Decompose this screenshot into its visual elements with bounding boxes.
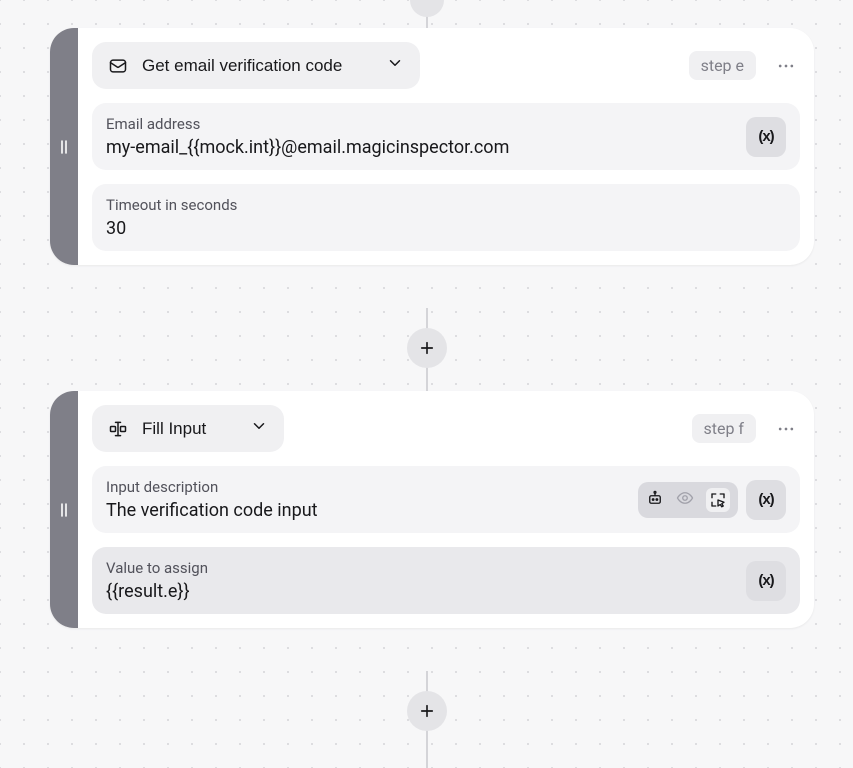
step-type-label: Get email verification code — [142, 56, 342, 76]
field-label: Value to assign — [106, 559, 786, 577]
insert-variable-button[interactable]: (x) — [746, 117, 786, 157]
field-actions: (x) — [746, 561, 786, 601]
step-drag-handle[interactable] — [50, 28, 78, 265]
field-email-address[interactable]: Email address my-email_{{mock.int}}@emai… — [92, 103, 800, 170]
field-value[interactable]: 30 — [106, 218, 786, 239]
field-actions: (x) — [638, 480, 786, 520]
step-header: Get email verification code step e — [92, 42, 800, 89]
element-selector-icon[interactable] — [706, 488, 730, 512]
step-more-menu[interactable] — [772, 52, 800, 80]
flow-canvas[interactable]: Get email verification code step e Email… — [0, 0, 853, 768]
step-type-label: Fill Input — [142, 419, 206, 439]
add-step-button[interactable] — [407, 328, 447, 368]
step-type-selector[interactable]: Fill Input — [92, 405, 284, 452]
insert-variable-button[interactable]: (x) — [746, 561, 786, 601]
field-label: Timeout in seconds — [106, 196, 786, 214]
field-value[interactable]: {{result.e}} — [106, 581, 786, 602]
selector-mode-group — [638, 482, 738, 518]
step-type-selector[interactable]: Get email verification code — [92, 42, 420, 89]
eye-icon[interactable] — [676, 489, 694, 511]
field-timeout[interactable]: Timeout in seconds 30 — [92, 184, 800, 251]
step-body: Fill Input step f Input description The … — [78, 391, 814, 628]
step-drag-handle[interactable] — [50, 391, 78, 628]
chevron-down-icon — [250, 417, 268, 440]
step-badge: step f — [692, 414, 757, 443]
step-card-f[interactable]: Fill Input step f Input description The … — [50, 391, 814, 628]
step-more-menu[interactable] — [772, 415, 800, 443]
robot-icon[interactable] — [646, 489, 664, 511]
mail-icon — [108, 56, 128, 76]
fill-input-icon — [108, 419, 128, 439]
field-input-description[interactable]: Input description The verification code … — [92, 466, 800, 533]
field-actions: (x) — [746, 117, 786, 157]
add-step-button[interactable] — [407, 691, 447, 731]
chevron-down-icon — [386, 54, 404, 77]
step-card-e[interactable]: Get email verification code step e Email… — [50, 28, 814, 265]
step-header: Fill Input step f — [92, 405, 800, 452]
step-body: Get email verification code step e Email… — [78, 28, 814, 265]
connector-stub-top — [410, 0, 444, 17]
step-badge: step e — [689, 51, 756, 80]
insert-variable-button[interactable]: (x) — [746, 480, 786, 520]
field-value-to-assign[interactable]: Value to assign {{result.e}} (x) — [92, 547, 800, 614]
field-label: Email address — [106, 115, 786, 133]
field-value[interactable]: my-email_{{mock.int}}@email.magicinspect… — [106, 137, 786, 158]
